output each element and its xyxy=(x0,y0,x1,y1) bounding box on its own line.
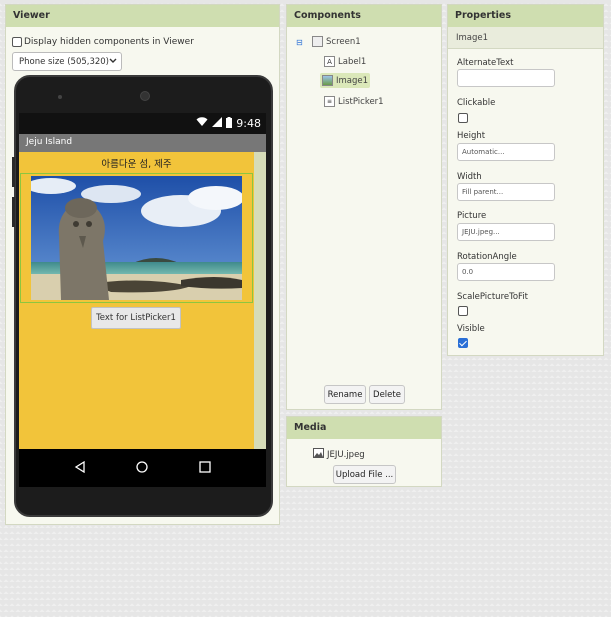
width-label: Width xyxy=(457,172,482,182)
listpicker-icon: ≡ xyxy=(324,96,335,107)
clickable-checkbox[interactable] xyxy=(458,113,468,123)
home-icon[interactable] xyxy=(136,460,149,476)
collapse-toggle-icon[interactable]: ⊟ xyxy=(296,38,303,47)
status-time: 9:48 xyxy=(236,117,261,130)
app-screen-area: 아름다운 섬, 제주 Text for ListPicker1 xyxy=(19,152,266,449)
rotationangle-label: RotationAngle xyxy=(457,252,517,262)
recents-icon[interactable] xyxy=(199,460,211,476)
picture-input[interactable]: JEJU.jpeg... xyxy=(457,223,555,241)
tree-item-image1[interactable]: Image1 xyxy=(320,73,371,88)
picture-label: Picture xyxy=(457,211,487,221)
label-icon: A xyxy=(324,56,335,67)
tree-item-label: ListPicker1 xyxy=(338,96,384,107)
label1-preview[interactable]: 아름다운 섬, 제주 xyxy=(19,156,254,170)
app-title-bar: Jeju Island xyxy=(19,134,266,152)
media-title: Media xyxy=(287,417,441,439)
image1-preview[interactable] xyxy=(20,173,253,303)
viewer-panel: Viewer Display hidden components in View… xyxy=(5,4,280,525)
components-title: Components xyxy=(287,5,441,27)
rename-button[interactable]: Rename xyxy=(324,385,366,404)
upload-file-button[interactable]: Upload File ... xyxy=(333,465,396,484)
properties-title: Properties xyxy=(448,5,603,27)
phone-screen: 9:48 Jeju Island 아름다운 섬, 제주 Text for Lis… xyxy=(19,113,266,487)
selected-component-name: Image1 xyxy=(448,27,603,49)
media-file-name: JEJU.jpeg xyxy=(327,449,365,460)
properties-panel: Properties Image1 AlternateText Clickabl… xyxy=(447,4,604,356)
show-hidden-label: Display hidden components in Viewer xyxy=(24,37,194,47)
height-label: Height xyxy=(457,131,486,141)
tree-item-label1[interactable]: A Label1 xyxy=(324,56,366,67)
show-hidden-checkbox[interactable] xyxy=(12,37,22,47)
tree-item-label: Image1 xyxy=(336,75,369,86)
clickable-label: Clickable xyxy=(457,98,496,108)
show-hidden-row[interactable]: Display hidden components in Viewer xyxy=(12,37,194,47)
screen-icon xyxy=(312,36,323,47)
jeju-photo xyxy=(26,176,244,300)
phone-speaker xyxy=(58,95,62,99)
phone-size-value: Phone size (505,320) xyxy=(19,56,109,67)
phone-mockup: 9:48 Jeju Island 아름다운 섬, 제주 Text for Lis… xyxy=(12,75,273,517)
status-bar: 9:48 xyxy=(19,113,266,134)
phone-side-button xyxy=(12,197,15,227)
scalepicturetofit-checkbox[interactable] xyxy=(458,306,468,316)
phone-size-select[interactable]: Phone size (505,320) xyxy=(12,52,122,71)
components-panel: Components ⊟ Screen1 A Label1 Image1 ≡ L… xyxy=(286,4,442,410)
media-panel: Media JEJU.jpeg Upload File ... xyxy=(286,416,442,487)
android-nav-bar xyxy=(19,449,266,487)
height-input[interactable]: Automatic... xyxy=(457,143,555,161)
app-scrollbar[interactable] xyxy=(254,152,266,449)
tree-item-screen1[interactable]: Screen1 xyxy=(312,36,361,47)
chevron-down-icon xyxy=(109,57,117,67)
wifi-icon xyxy=(196,117,208,130)
phone-camera xyxy=(140,91,150,101)
media-file-item[interactable]: JEJU.jpeg xyxy=(313,448,365,461)
width-input[interactable]: Fill parent... xyxy=(457,183,555,201)
alternatetext-label: AlternateText xyxy=(457,58,514,68)
image-file-icon xyxy=(313,448,324,461)
phone-side-button xyxy=(12,157,15,187)
tree-item-listpicker1[interactable]: ≡ ListPicker1 xyxy=(324,96,384,107)
delete-button[interactable]: Delete xyxy=(369,385,405,404)
visible-label: Visible xyxy=(457,324,485,334)
alternatetext-input[interactable] xyxy=(457,69,555,87)
back-icon[interactable] xyxy=(74,460,86,476)
viewer-title: Viewer xyxy=(6,5,279,27)
scalepicturetofit-label: ScalePictureToFit xyxy=(457,292,529,302)
signal-icon xyxy=(212,117,223,130)
tree-item-label: Label1 xyxy=(338,56,367,67)
image-icon xyxy=(322,75,333,86)
tree-item-label: Screen1 xyxy=(326,36,361,47)
listpicker1-preview[interactable]: Text for ListPicker1 xyxy=(91,307,181,329)
visible-checkbox[interactable] xyxy=(458,338,468,348)
battery-icon xyxy=(226,116,233,131)
rotationangle-input[interactable]: 0.0 xyxy=(457,263,555,281)
